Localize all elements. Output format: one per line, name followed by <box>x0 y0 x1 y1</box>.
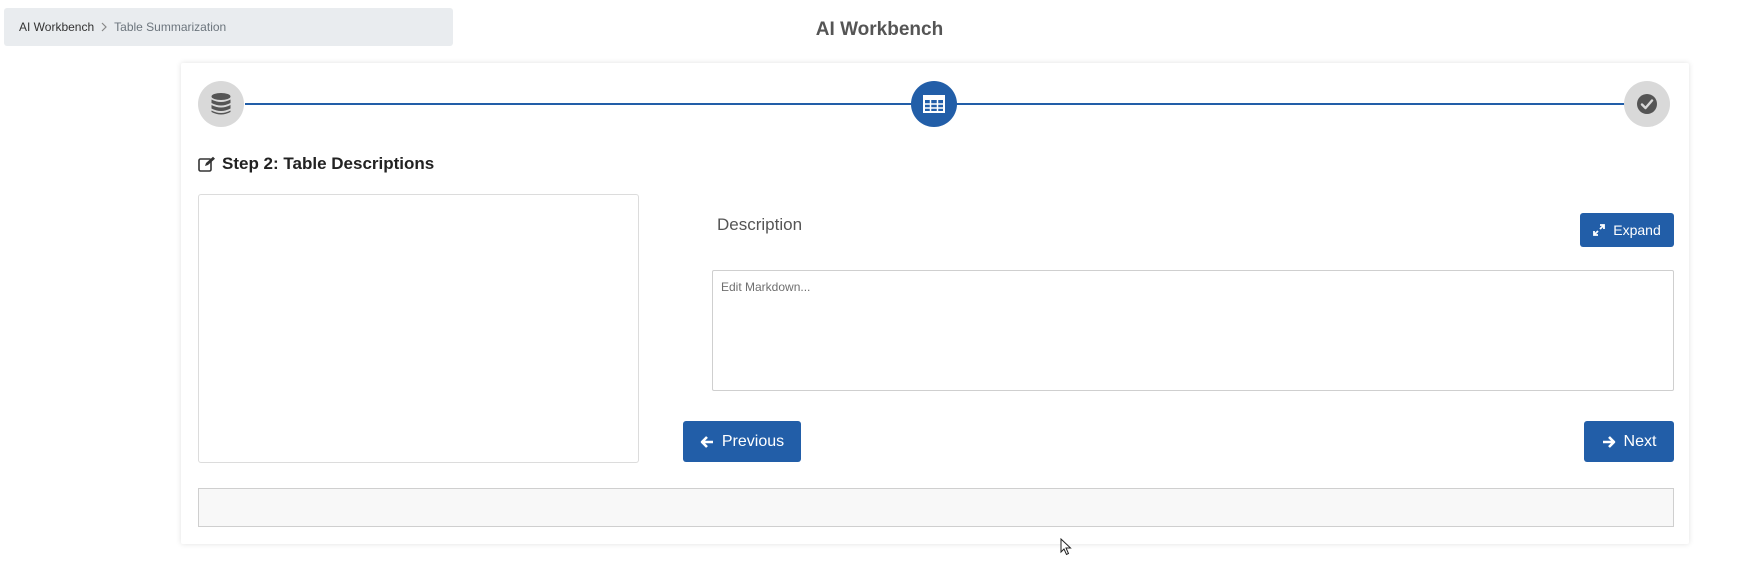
check-circle-icon <box>1637 94 1657 114</box>
wizard-card: Step 2: Table Descriptions Description E… <box>181 63 1689 544</box>
previous-button-label: Previous <box>721 432 785 450</box>
step-heading: Step 2: Table Descriptions <box>198 154 434 174</box>
step-heading-text: Step 2: Table Descriptions <box>222 154 435 173</box>
database-icon <box>211 93 231 115</box>
table-list-panel <box>198 194 639 463</box>
mouse-cursor-icon <box>1060 537 1072 561</box>
breadcrumb-root-link[interactable]: AI Workbench <box>19 20 94 34</box>
expand-icon <box>1593 224 1606 236</box>
step-1-indicator[interactable] <box>198 81 244 127</box>
status-bar <box>198 488 1674 527</box>
previous-button[interactable]: Previous <box>683 421 801 462</box>
expand-button[interactable]: Expand <box>1580 213 1674 247</box>
breadcrumb-current: Table Summarization <box>114 20 227 34</box>
step-3-indicator[interactable] <box>1624 81 1670 127</box>
breadcrumb: AI Workbench Table Summarization <box>4 8 453 46</box>
page: AI Workbench Table Summarization AI Work… <box>0 0 1759 571</box>
expand-button-label: Expand <box>1613 222 1661 238</box>
chevron-right-icon <box>100 22 108 32</box>
next-button-label: Next <box>1623 432 1657 450</box>
table-icon <box>923 95 945 113</box>
arrow-left-icon <box>700 435 713 448</box>
step-2-indicator[interactable] <box>911 81 957 127</box>
arrow-right-icon <box>1602 435 1615 448</box>
description-label: Description <box>717 215 803 234</box>
markdown-editor[interactable] <box>712 270 1674 391</box>
edit-icon <box>198 156 215 172</box>
next-button[interactable]: Next <box>1584 421 1674 462</box>
